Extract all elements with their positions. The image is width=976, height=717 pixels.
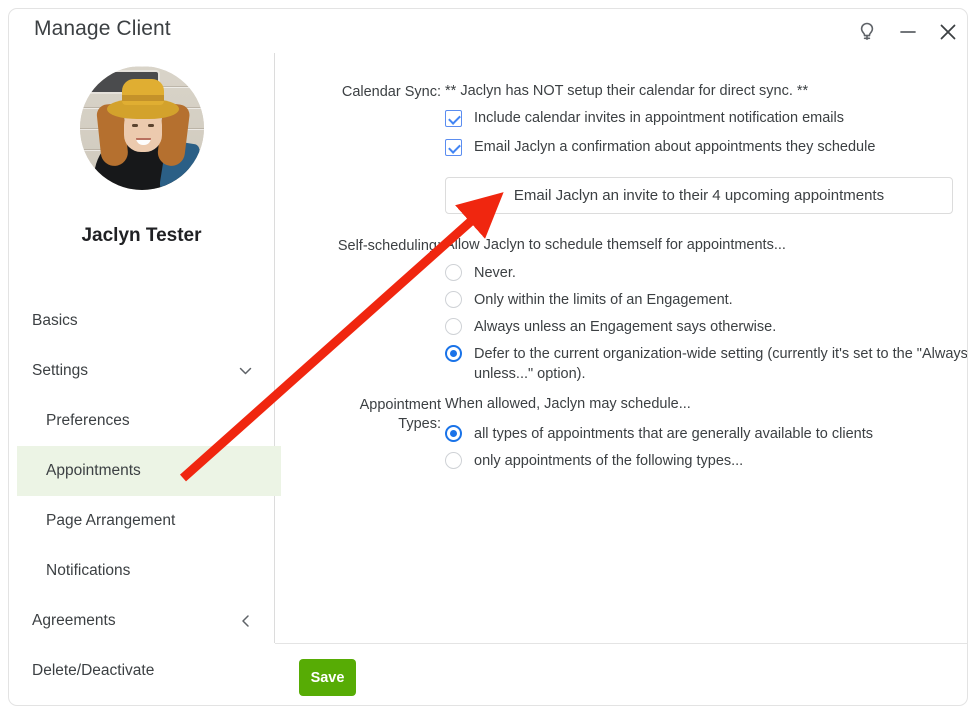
radio-circle[interactable]	[445, 452, 462, 469]
sidebar-item-settings[interactable]: Settings	[9, 346, 274, 396]
footer-divider	[275, 643, 967, 644]
sidebar-item-label: Notifications	[46, 562, 131, 579]
close-icon[interactable]	[933, 17, 963, 47]
save-button[interactable]: Save	[299, 659, 356, 696]
sidebar-item-label: Settings	[32, 362, 89, 379]
radio-circle[interactable]	[445, 264, 462, 281]
sidebar-item-label: Page Arrangement	[46, 512, 176, 529]
radio-label: Never.	[474, 265, 516, 281]
sidebar-item-page-arrangement[interactable]: Page Arrangement	[9, 496, 274, 546]
window-titlebar: Manage Client	[9, 9, 967, 53]
appointments-settings-pane: Calendar Sync: ** Jaclyn has NOT setup t…	[275, 53, 968, 643]
manage-client-window: Manage Client Jaclyn Tester Basics Setti…	[8, 8, 968, 706]
checkbox-box[interactable]	[445, 110, 462, 127]
radio-label: Always unless an Engagement says otherwi…	[474, 319, 777, 335]
radio-label: all types of appointments that are gener…	[474, 426, 873, 442]
sidebar-item-label: Delete/Deactivate	[32, 662, 155, 679]
client-sidebar: Jaclyn Tester Basics Settings Preference…	[9, 53, 281, 705]
radio-label: Only within the limits of an Engagement.	[474, 292, 733, 308]
lightbulb-icon[interactable]	[852, 17, 882, 47]
calendar-sync-label: Calendar Sync:	[341, 84, 441, 100]
sidebar-item-appointments[interactable]: Appointments	[17, 446, 281, 496]
radio-circle[interactable]	[445, 345, 462, 362]
radio-label: only appointments of the following types…	[474, 453, 744, 469]
radio-circle[interactable]	[445, 425, 462, 442]
radio-circle[interactable]	[445, 291, 462, 308]
checkbox-include-calendar-invites[interactable]: Include calendar invites in appointment …	[445, 109, 844, 128]
radio-self-scheduling-never[interactable]: Never.	[445, 263, 516, 283]
chevron-down-icon	[237, 363, 254, 380]
avatar-photo	[80, 66, 204, 190]
sidebar-item-label: Appointments	[46, 462, 141, 479]
minimize-icon[interactable]	[893, 17, 923, 47]
sidebar-item-basics[interactable]: Basics	[9, 296, 274, 346]
sidebar-item-preferences[interactable]: Preferences	[9, 396, 274, 446]
checkbox-label: Email Jaclyn a confirmation about appoin…	[474, 139, 876, 155]
sidebar-nav: Basics Settings Preferences Appointments…	[9, 296, 281, 696]
email-invite-button[interactable]: Email Jaclyn an invite to their 4 upcomi…	[445, 177, 953, 214]
appointment-types-label-line1: Appointment	[359, 397, 441, 413]
sidebar-item-delete-deactivate[interactable]: Delete/Deactivate	[9, 646, 274, 696]
chevron-left-icon	[237, 613, 254, 630]
self-scheduling-label: Self-scheduling:	[337, 238, 441, 254]
checkbox-label: Include calendar invites in appointment …	[474, 110, 844, 126]
appointment-types-lead: When allowed, Jaclyn may schedule...	[445, 396, 691, 412]
sidebar-item-label: Basics	[32, 312, 78, 329]
sidebar-item-agreements[interactable]: Agreements	[9, 596, 274, 646]
appointment-types-label-line2: Types:	[398, 416, 441, 432]
sidebar-item-label: Preferences	[46, 412, 130, 429]
calendar-sync-notice: ** Jaclyn has NOT setup their calendar f…	[445, 83, 809, 99]
radio-self-scheduling-defer-org[interactable]: Defer to the current organization-wide s…	[445, 344, 968, 384]
radio-self-scheduling-always-unless[interactable]: Always unless an Engagement says otherwi…	[445, 317, 776, 337]
sidebar-item-notifications[interactable]: Notifications	[9, 546, 274, 596]
sidebar-item-label: Agreements	[32, 612, 116, 629]
client-name: Jaclyn Tester	[81, 225, 202, 246]
self-scheduling-lead: Allow Jaclyn to schedule themself for ap…	[445, 237, 786, 253]
avatar	[80, 66, 204, 190]
checkbox-email-confirmation[interactable]: Email Jaclyn a confirmation about appoin…	[445, 138, 875, 157]
radio-circle[interactable]	[445, 318, 462, 335]
radio-appointment-types-specific[interactable]: only appointments of the following types…	[445, 451, 743, 471]
checkbox-box[interactable]	[445, 139, 462, 156]
radio-appointment-types-all[interactable]: all types of appointments that are gener…	[445, 424, 873, 444]
radio-label: Defer to the current organization-wide s…	[474, 346, 968, 382]
appointment-types-label: Appointment Types:	[295, 396, 441, 434]
radio-self-scheduling-engagement-limits[interactable]: Only within the limits of an Engagement.	[445, 290, 733, 310]
page-title: Manage Client	[34, 17, 171, 40]
